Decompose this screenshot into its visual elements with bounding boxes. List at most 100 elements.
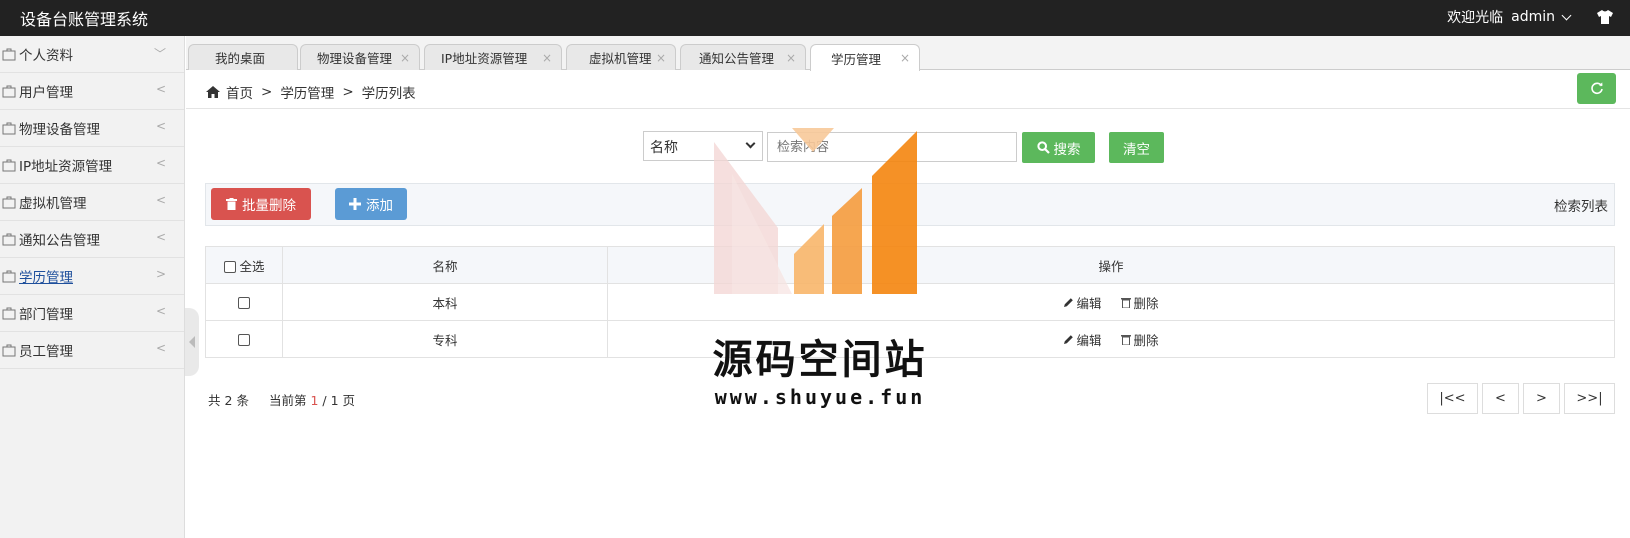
- pencil-icon: [1064, 334, 1074, 344]
- refresh-icon: [1590, 81, 1603, 94]
- refresh-button[interactable]: [1577, 73, 1616, 104]
- sidebar-collapse-toggle[interactable]: [185, 308, 199, 376]
- tab-desktop[interactable]: 我的桌面: [188, 44, 298, 70]
- close-icon[interactable]: ×: [542, 51, 552, 65]
- edit-button[interactable]: 编辑: [1063, 330, 1102, 349]
- tab-label: IP地址资源管理: [441, 51, 528, 66]
- first-page-button[interactable]: |<<: [1427, 383, 1478, 414]
- select-all-header: 全选: [205, 246, 283, 284]
- sidebar-item-employees[interactable]: 员工管理 <: [0, 332, 184, 369]
- sidebar-item-notices[interactable]: 通知公告管理 <: [0, 221, 184, 258]
- row-checkbox[interactable]: [238, 297, 250, 309]
- welcome-text: 欢迎光临: [1447, 10, 1504, 26]
- sidebar-item-label: 物理设备管理: [19, 122, 100, 138]
- sidebar-item-profile[interactable]: 个人资料 ﹀: [0, 36, 184, 73]
- row-checkbox[interactable]: [238, 334, 250, 346]
- list-title: 检索列表: [1554, 199, 1608, 215]
- tab-education[interactable]: 学历管理 ×: [810, 44, 920, 71]
- add-button[interactable]: 添加: [335, 188, 407, 220]
- prev-page-button[interactable]: <: [1482, 383, 1519, 414]
- edit-button[interactable]: 编辑: [1063, 293, 1102, 312]
- briefcase-icon: [2, 48, 16, 61]
- briefcase-icon: [2, 344, 16, 357]
- chevron-left-icon: <: [155, 119, 166, 133]
- tab-physical-devices[interactable]: 物理设备管理 ×: [300, 44, 420, 70]
- breadcrumb-home[interactable]: 首页: [226, 82, 253, 102]
- breadcrumb-separator: >: [342, 84, 354, 100]
- watermark-logo: [714, 128, 917, 294]
- pencil-icon: [1064, 297, 1074, 307]
- user-menu[interactable]: admin: [1511, 9, 1574, 25]
- last-page-button[interactable]: >>|: [1564, 383, 1615, 414]
- close-icon[interactable]: ×: [786, 51, 796, 65]
- breadcrumb: 首页 > 学历管理 > 学历列表: [206, 82, 416, 102]
- edit-label: 编辑: [1076, 295, 1102, 311]
- breadcrumb-level2: 学历列表: [361, 86, 416, 102]
- pager: |<< < > >>|: [1427, 383, 1615, 414]
- chevron-left-icon: <: [155, 341, 166, 355]
- sidebar-item-users[interactable]: 用户管理 <: [0, 73, 184, 110]
- pages-suffix: 页: [342, 393, 356, 408]
- tab-ip-addresses[interactable]: IP地址资源管理 ×: [424, 44, 562, 70]
- briefcase-icon: [2, 233, 16, 246]
- tab-label: 学历管理: [831, 51, 882, 67]
- total-count: 2: [224, 393, 233, 408]
- breadcrumb-separator: >: [261, 84, 273, 100]
- delete-button[interactable]: 删除: [1121, 293, 1159, 312]
- tab-notices[interactable]: 通知公告管理 ×: [680, 44, 806, 70]
- chevron-left-icon: <: [155, 193, 166, 207]
- sidebar-item-label: 员工管理: [19, 344, 73, 360]
- sidebar-item-departments[interactable]: 部门管理 <: [0, 295, 184, 332]
- breadcrumb-level1[interactable]: 学历管理: [280, 82, 334, 102]
- top-bar-right: 欢迎光临 admin: [1447, 7, 1614, 27]
- current-prefix: 当前第: [268, 393, 307, 408]
- add-button-label: 添加: [366, 198, 393, 214]
- next-page-button[interactable]: >: [1523, 383, 1560, 414]
- briefcase-icon: [2, 270, 16, 283]
- briefcase-icon: [2, 85, 16, 98]
- delete-button[interactable]: 删除: [1121, 330, 1159, 349]
- row-name: 专科: [282, 320, 608, 358]
- user-name: admin: [1511, 9, 1555, 25]
- chevron-left-icon: <: [155, 156, 166, 170]
- tab-virtual-machines[interactable]: 虚拟机管理 ×: [566, 44, 676, 70]
- top-bar: 设备台账管理系统 欢迎光临 admin: [0, 0, 1630, 36]
- trash-icon: [226, 198, 237, 210]
- sidebar-item-physical-devices[interactable]: 物理设备管理 <: [0, 110, 184, 147]
- chevron-right-icon: >: [155, 267, 166, 281]
- sidebar-item-label: 通知公告管理: [19, 233, 100, 249]
- chevron-down-icon: ﹀: [153, 47, 166, 61]
- briefcase-icon: [2, 122, 16, 135]
- total-prefix: 共: [208, 393, 221, 408]
- close-icon[interactable]: ×: [400, 51, 410, 65]
- trash-icon: [1121, 334, 1132, 345]
- select-all-checkbox[interactable]: [223, 261, 236, 273]
- clear-button-label: 清空: [1123, 141, 1150, 158]
- close-icon[interactable]: ×: [900, 51, 910, 65]
- search-button-label: 搜索: [1053, 141, 1081, 158]
- close-icon[interactable]: ×: [656, 51, 666, 65]
- batch-delete-label: 批量删除: [242, 198, 296, 214]
- chevron-left-icon: <: [155, 304, 166, 318]
- delete-label: 删除: [1133, 332, 1159, 348]
- sidebar-item-education[interactable]: 学历管理 >: [0, 258, 184, 295]
- chevron-left-icon: <: [155, 82, 166, 96]
- tab-bar: 我的桌面 物理设备管理 × IP地址资源管理 × 虚拟机管理 × 通知公告管理 …: [186, 36, 1630, 71]
- sidebar-item-label: 虚拟机管理: [19, 196, 87, 212]
- briefcase-icon: [2, 307, 16, 320]
- chevron-down-icon: [1561, 10, 1572, 20]
- briefcase-icon: [2, 159, 16, 172]
- search-button[interactable]: 搜索: [1022, 132, 1095, 163]
- briefcase-icon: [2, 196, 16, 209]
- clear-button[interactable]: 清空: [1109, 132, 1164, 163]
- column-header-name: 名称: [282, 246, 608, 284]
- shirt-icon[interactable]: [1596, 9, 1614, 25]
- breadcrumb-bar: 首页 > 学历管理 > 学历列表: [186, 71, 1630, 109]
- tab-label: 物理设备管理: [317, 51, 393, 66]
- sidebar-item-virtual-machines[interactable]: 虚拟机管理 <: [0, 184, 184, 221]
- sidebar-item-ip-addresses[interactable]: IP地址资源管理 <: [0, 147, 184, 184]
- batch-delete-button[interactable]: 批量删除: [211, 188, 311, 220]
- app-title: 设备台账管理系统: [20, 10, 149, 29]
- caret-left-icon: [189, 336, 195, 348]
- watermark-name: 源码空间站: [712, 337, 928, 383]
